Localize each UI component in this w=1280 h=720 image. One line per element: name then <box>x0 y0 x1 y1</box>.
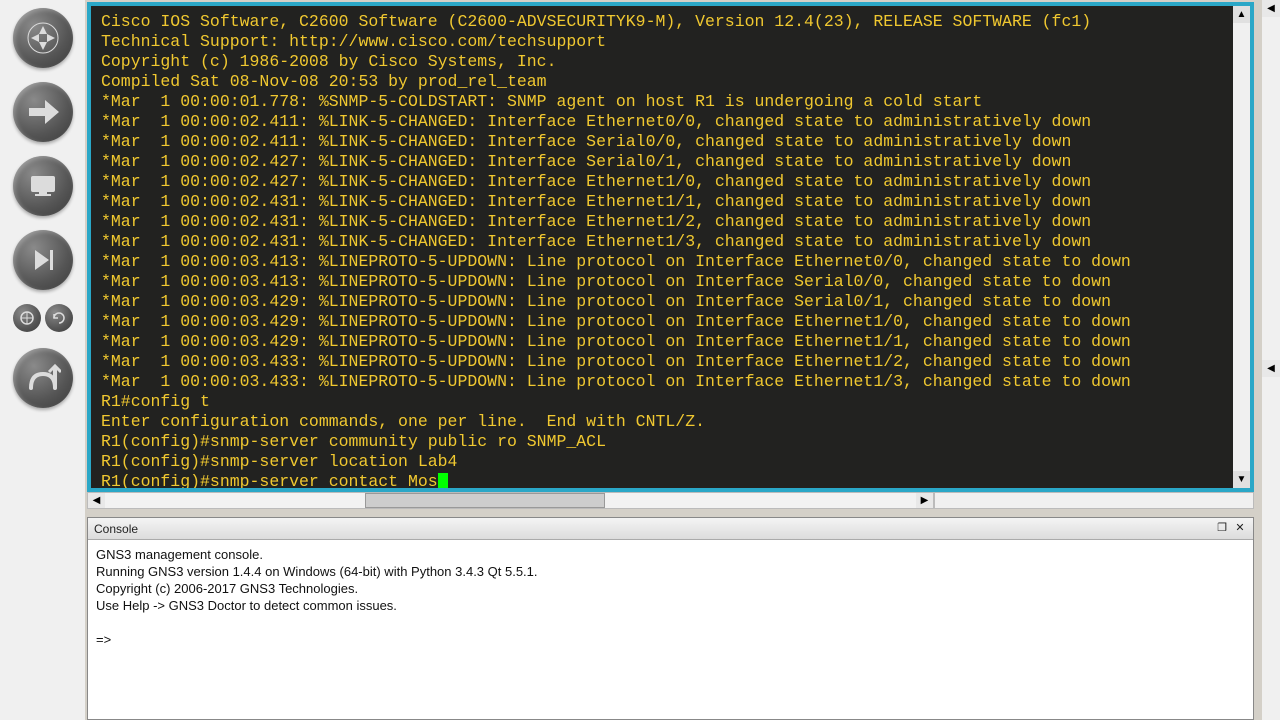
hscroll-track[interactable] <box>105 493 916 508</box>
side-scroll-left2-icon[interactable]: ◀ <box>1262 360 1280 377</box>
arrow-right-icon <box>25 94 61 130</box>
cable-tool-button[interactable] <box>13 348 73 408</box>
monitor-icon <box>25 168 61 204</box>
cable-icon <box>25 360 61 396</box>
router-tool-button[interactable] <box>13 8 73 68</box>
console-panel: Console ❐ ✕ GNS3 management console. Run… <box>87 517 1254 720</box>
side-scroll-track2[interactable] <box>1262 377 1280 720</box>
host-tool-button[interactable] <box>13 156 73 216</box>
play-tool-button[interactable] <box>13 230 73 290</box>
scroll-up-icon[interactable]: ▲ <box>1233 6 1250 23</box>
hscroll-thumb[interactable] <box>365 493 605 508</box>
small-tools-row <box>13 304 73 334</box>
console-header: Console ❐ ✕ <box>88 518 1253 540</box>
hscroll-gap <box>934 492 1254 509</box>
side-scroll-left-icon[interactable]: ◀ <box>1262 0 1280 17</box>
terminal-output[interactable]: Cisco IOS Software, C2600 Software (C260… <box>91 6 1233 488</box>
console-all-button[interactable] <box>13 304 41 332</box>
scroll-down-icon[interactable]: ▼ <box>1233 471 1250 488</box>
arrow-sync-icon <box>51 310 67 326</box>
play-step-icon <box>25 242 61 278</box>
main-column: Cisco IOS Software, C2600 Software (C260… <box>85 0 1262 720</box>
console-title: Console <box>94 522 138 536</box>
link-tool-button[interactable] <box>13 82 73 142</box>
globe-icon <box>19 310 35 326</box>
router-icon <box>25 20 61 56</box>
scroll-track[interactable] <box>1233 23 1250 471</box>
side-panel-scrollbar[interactable]: ◀ ◀ <box>1262 0 1280 720</box>
terminal-window: Cisco IOS Software, C2600 Software (C260… <box>87 2 1254 492</box>
scroll-right-icon[interactable]: ▶ <box>916 493 933 508</box>
app-root: Cisco IOS Software, C2600 Software (C260… <box>0 0 1280 720</box>
terminal-vscrollbar[interactable]: ▲ ▼ <box>1233 6 1250 488</box>
side-scroll-track[interactable] <box>1262 17 1280 360</box>
cursor <box>438 473 448 488</box>
close-button[interactable]: ✕ <box>1233 522 1247 536</box>
console-body[interactable]: GNS3 management console. Running GNS3 ve… <box>88 540 1253 719</box>
scroll-left-icon[interactable]: ◀ <box>88 493 105 508</box>
device-toolbar <box>0 0 85 720</box>
canvas-hscrollbar[interactable]: ◀ ▶ <box>87 492 934 509</box>
console-controls: ❐ ✕ <box>1215 522 1247 536</box>
capture-button[interactable] <box>45 304 73 332</box>
undock-button[interactable]: ❐ <box>1215 522 1229 536</box>
canvas-hscroll-row: ◀ ▶ <box>87 492 1254 509</box>
